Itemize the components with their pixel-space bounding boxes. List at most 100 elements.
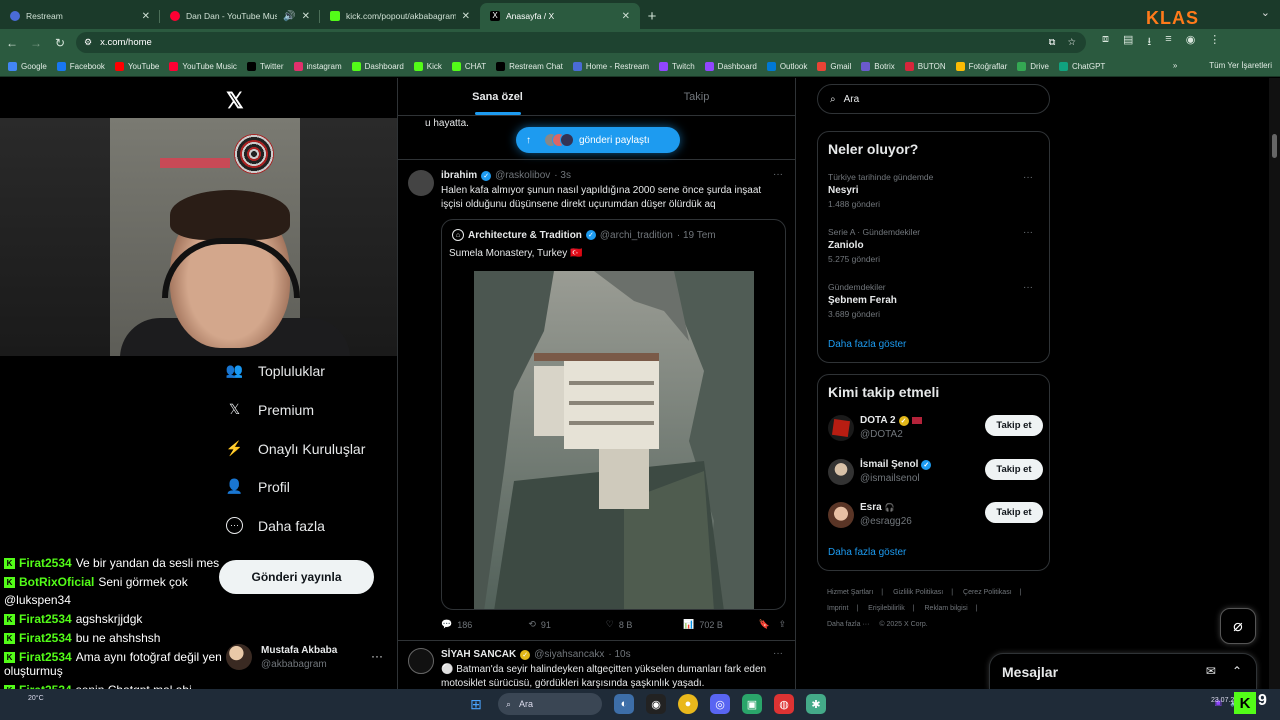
footer-link[interactable]: Imprint <box>827 605 848 612</box>
quote-handle[interactable]: @archi_tradition <box>600 230 673 241</box>
show-more-link[interactable]: Daha fazla göster <box>828 339 906 350</box>
overflow-chevron-icon[interactable]: » <box>1173 61 1177 70</box>
chrome-icon[interactable]: ● <box>678 694 698 714</box>
more-icon[interactable]: ··· <box>1023 282 1033 293</box>
bookmark-item[interactable]: instagram <box>293 61 342 71</box>
follow-suggestion[interactable]: Esra 🎧 @esragg26 Takip et <box>828 502 1043 534</box>
more-icon[interactable]: ··· <box>773 169 783 180</box>
tab-for-you[interactable]: Sana özel <box>398 78 597 115</box>
bookmarks-overflow[interactable]: » Tüm Yer İşaretleri <box>1173 61 1272 70</box>
scrollbar[interactable] <box>1269 78 1280 689</box>
forward-icon[interactable]: → <box>24 36 48 50</box>
bookmark-item[interactable]: Kick <box>413 61 442 71</box>
tab-youtube-music[interactable]: Dan Dan - YouTube Music 🔊 ✕ <box>160 3 320 29</box>
more-icon[interactable]: ··· <box>1023 227 1033 238</box>
nav-more[interactable]: ⋯ Daha fazla <box>226 517 325 534</box>
bookmark-item[interactable]: Google <box>8 61 47 71</box>
nav-communities[interactable]: 👥 Topluluklar <box>226 362 325 379</box>
tweet-author[interactable]: SİYAH SANCAK <box>441 649 516 660</box>
nav-profile[interactable]: 👤 Profil <box>226 478 290 495</box>
new-message-icon[interactable]: ✉ <box>1206 664 1216 678</box>
bookmark-icon[interactable]: 🔖 <box>759 619 779 630</box>
follow-button[interactable]: Takip et <box>985 459 1043 480</box>
menu-icon[interactable]: ⋮ <box>1209 33 1220 52</box>
profile-avatar[interactable]: ◉ <box>1186 33 1196 52</box>
window-controls[interactable]: ⌄ <box>1261 6 1270 19</box>
download-icon[interactable]: ⭳ <box>1147 33 1151 52</box>
expand-icon[interactable]: ⌃ <box>1232 664 1242 678</box>
bookmark-item[interactable]: ChatGPT <box>1058 61 1105 71</box>
bookmark-item[interactable]: Facebook <box>56 61 105 71</box>
bookmark-item[interactable]: YouTube <box>114 61 159 71</box>
obs-icon[interactable]: ◉ <box>646 694 666 714</box>
discord-icon[interactable]: ◎ <box>710 694 730 714</box>
follow-button[interactable]: Takip et <box>985 415 1043 436</box>
trend-item[interactable]: Türkiye tarihinde gündemde Nesyri 1.488 … <box>828 172 1043 209</box>
bookmark-item[interactable]: Dashboard <box>351 61 404 71</box>
bookmark-item[interactable]: CHAT <box>451 61 486 71</box>
bookmark-item[interactable]: Dashboard <box>704 61 757 71</box>
more-icon[interactable]: ··· <box>773 648 783 659</box>
all-bookmarks-link[interactable]: Tüm Yer İşaretleri <box>1209 61 1272 70</box>
messages-drawer[interactable]: Mesajlar ✉ ⌃ <box>989 653 1257 690</box>
extensions-icon[interactable]: ⧈ <box>1102 33 1109 52</box>
search-input[interactable]: ⌕ Ara <box>817 84 1050 114</box>
account-switcher[interactable]: Mustafa Akbaba @akbabagram ··· <box>226 643 386 673</box>
nav-verified-orgs[interactable]: ⚡ Onaylı Kuruluşlar <box>226 440 366 457</box>
footer-link[interactable]: Hizmet Şartları <box>827 589 873 596</box>
follow-suggestion[interactable]: İsmail Şenol ✓ @ismailsenol Takip et <box>828 459 1043 491</box>
footer-link[interactable]: Gizlilik Politikası <box>893 589 943 596</box>
show-more-link[interactable]: Daha fazla göster <box>828 547 906 558</box>
tweet-time[interactable]: · 10s <box>608 649 630 660</box>
bookmark-item[interactable]: BUTON <box>904 61 946 71</box>
scrollbar-thumb[interactable] <box>1272 134 1277 158</box>
tab-restream[interactable]: Restream ✕ <box>0 3 160 29</box>
bookmark-item[interactable]: Botrix <box>861 61 895 71</box>
media-icon[interactable]: ≡ <box>1165 33 1171 52</box>
tweet-time[interactable]: · 3s <box>554 170 571 181</box>
bookmark-item[interactable]: YouTube Music <box>169 61 237 71</box>
cast-icon[interactable]: ⧉ <box>1049 37 1056 48</box>
tab-kick[interactable]: kick.com/popout/akbabagram/ ✕ <box>320 3 480 29</box>
bookmark-item[interactable]: Twitch <box>659 61 695 71</box>
reply-button[interactable]: 💬 186 <box>441 619 528 630</box>
more-icon[interactable]: ··· <box>371 649 383 663</box>
bookmark-item[interactable]: Twitter <box>246 61 284 71</box>
weather-widget[interactable]: 20°C <box>28 695 44 702</box>
close-icon[interactable]: ✕ <box>302 11 310 22</box>
quoted-tweet[interactable]: ⌂ Architecture & Tradition ✓ @archi_trad… <box>441 219 786 610</box>
trend-item[interactable]: Gündemdekiler Şebnem Ferah 3.689 gönderi… <box>828 282 1043 319</box>
grok-button[interactable]: ⌀ <box>1220 608 1256 644</box>
reload-icon[interactable]: ↻ <box>48 36 72 50</box>
bookmark-item[interactable]: Drive <box>1017 61 1049 71</box>
app-icon[interactable]: ✱ <box>806 694 826 714</box>
bookmark-item[interactable]: Restream Chat <box>496 61 563 71</box>
widget-icon[interactable]: ◐ <box>614 694 634 714</box>
tab-following[interactable]: Takip <box>597 78 795 115</box>
x-logo-icon[interactable]: 𝕏 <box>226 88 244 114</box>
new-tab-button[interactable]: + <box>640 3 664 29</box>
tab-x-home[interactable]: X Anasayfa / X ✕ <box>480 3 640 29</box>
tweet-handle[interactable]: @siyahsancakx <box>534 649 604 660</box>
url-input[interactable]: ⚙ x.com/home ⧉ ☆ <box>76 32 1086 53</box>
app-icon[interactable]: ▣ <box>742 694 762 714</box>
bookmark-item[interactable]: Home - Restream <box>572 61 649 71</box>
taskbar-search[interactable]: ⌕ Ara <box>498 693 602 715</box>
views-button[interactable]: 📊 702 B <box>683 619 758 630</box>
tweet-author[interactable]: ibrahim <box>441 170 477 181</box>
close-icon[interactable]: ✕ <box>462 11 470 22</box>
windows-start-icon[interactable]: ⊞ <box>466 694 486 714</box>
trend-item[interactable]: Serie A · Gündemdekiler Zaniolo 5.275 gö… <box>828 227 1043 264</box>
footer-link[interactable]: Reklam bilgisi <box>925 605 968 612</box>
nav-premium[interactable]: 𝕏 Premium <box>226 401 314 418</box>
follow-suggestion[interactable]: DOTA 2 ✓ @DOTA2 Takip et <box>828 415 1043 447</box>
new-posts-pill[interactable]: ↑ gönderi paylaştı <box>516 127 680 153</box>
back-icon[interactable]: ← <box>0 36 24 50</box>
app-icon[interactable]: ◍ <box>774 694 794 714</box>
footer-link[interactable]: Erişilebilirlik <box>868 605 905 612</box>
follow-button[interactable]: Takip et <box>985 502 1043 523</box>
quote-author[interactable]: Architecture & Tradition <box>468 230 582 241</box>
tweet-handle[interactable]: @raskolibov <box>495 170 550 181</box>
footer-link[interactable]: Daha fazla ··· <box>827 621 869 628</box>
sumela-monastery-image[interactable] <box>474 271 754 609</box>
